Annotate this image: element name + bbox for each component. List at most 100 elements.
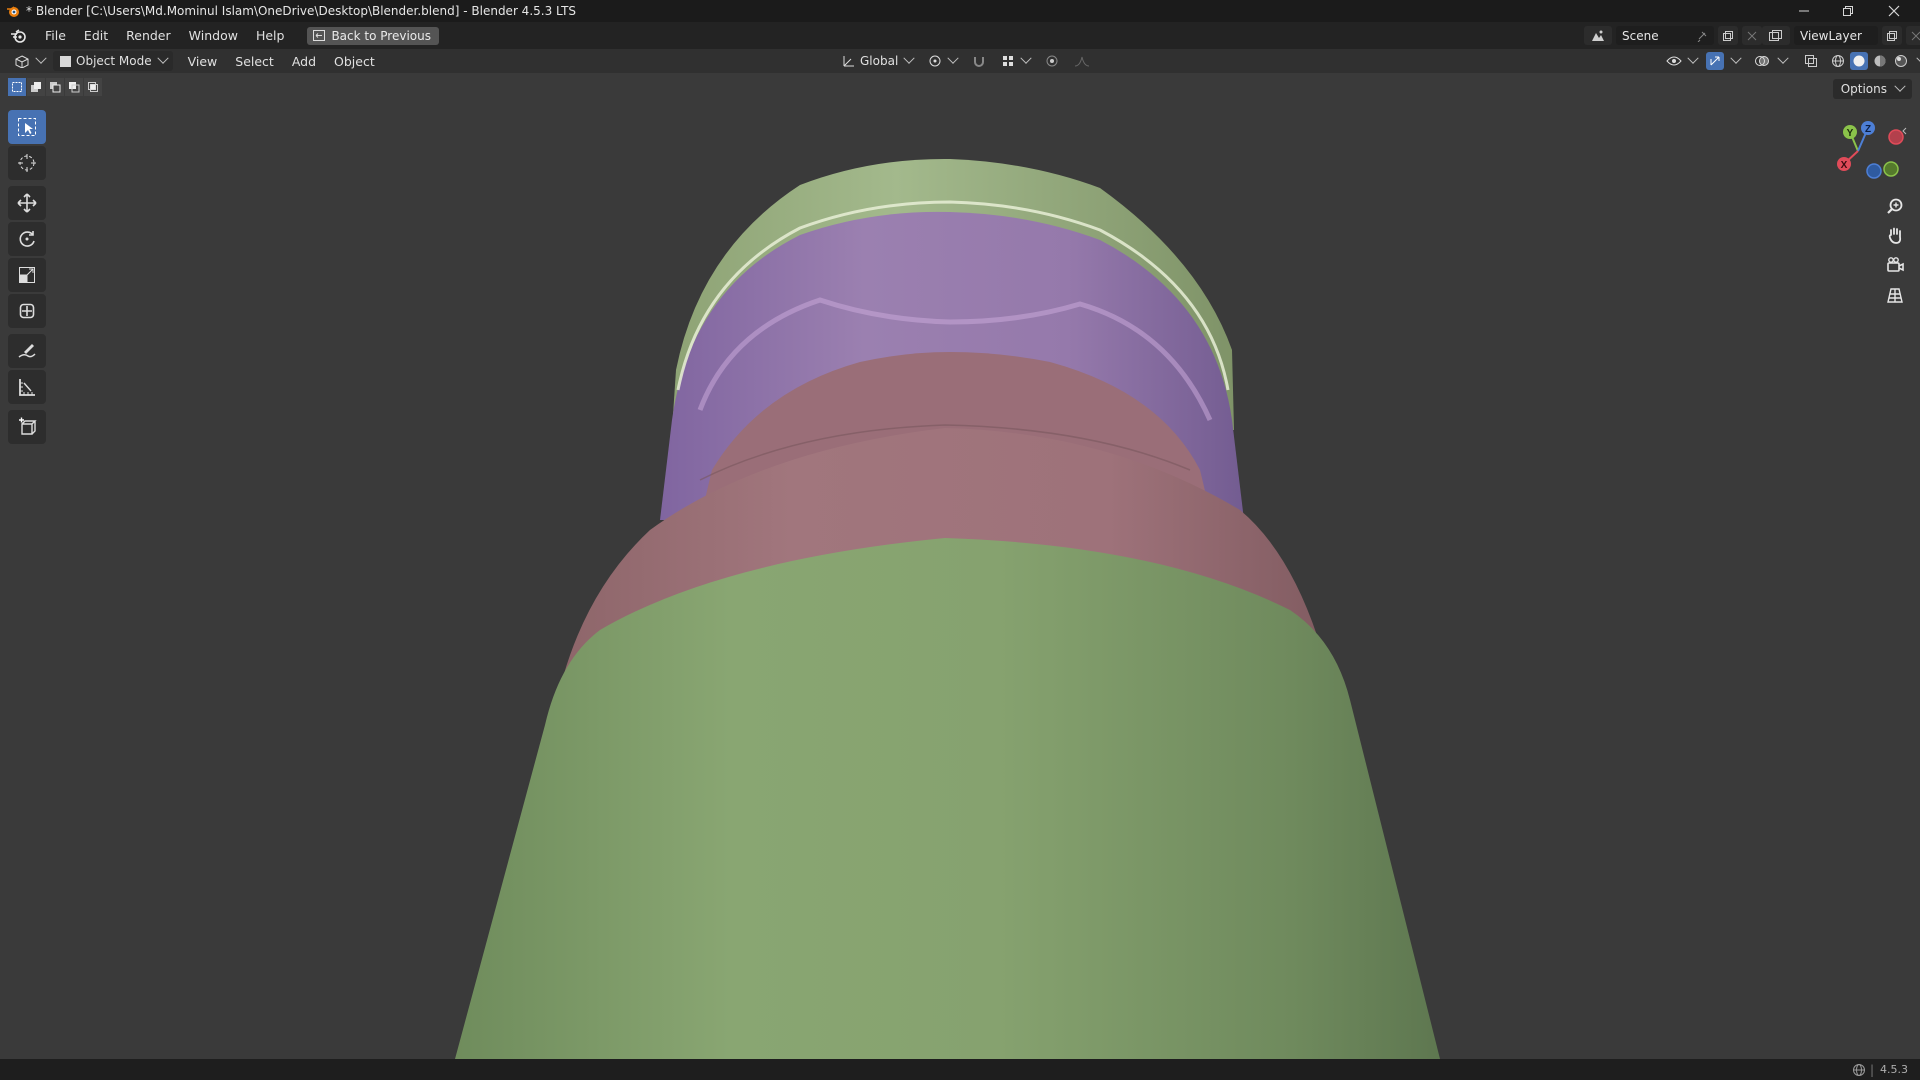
close-button[interactable]: [1872, 0, 1916, 22]
maximize-button[interactable]: [1826, 0, 1870, 22]
tool-rotate[interactable]: [8, 222, 46, 256]
delete-view-layer-button[interactable]: [1906, 26, 1920, 45]
zoom-button[interactable]: [1880, 193, 1910, 219]
duplicate-icon: [1887, 30, 1897, 41]
falloff-curve-icon: [1075, 56, 1090, 67]
globe-icon: [1852, 1063, 1865, 1076]
transform-icon: [19, 303, 35, 319]
chevron-down-icon: [903, 52, 915, 64]
menu-edit[interactable]: Edit: [75, 22, 117, 49]
tool-annotate[interactable]: [8, 334, 46, 368]
navigation-gizmo[interactable]: Y Z X: [1830, 116, 1910, 186]
orientation-global-icon: [843, 56, 854, 67]
mode-selector[interactable]: Object Mode: [53, 51, 173, 71]
tool-cursor[interactable]: [8, 146, 46, 180]
scale-icon: [19, 267, 35, 283]
select-new-button[interactable]: [8, 78, 26, 96]
status-divider: |: [1869, 1062, 1874, 1077]
close-icon: [1911, 31, 1920, 40]
object-mode-icon: [60, 55, 71, 67]
visibility-dropdown[interactable]: [1660, 51, 1703, 71]
select-extend-button[interactable]: [27, 78, 45, 96]
menu-help[interactable]: Help: [247, 22, 294, 49]
gizmo-neg-x-axis[interactable]: [1888, 129, 1904, 145]
menu-render[interactable]: Render: [117, 22, 180, 49]
tool-measure[interactable]: [8, 370, 46, 404]
select-subtract-button[interactable]: [46, 78, 64, 96]
gizmo-dropdown[interactable]: [1727, 51, 1742, 71]
selection-mode-group: [8, 78, 102, 96]
select-intersect-button[interactable]: [84, 78, 102, 96]
delete-scene-button[interactable]: [1742, 26, 1762, 45]
blender-logo-icon: [11, 28, 26, 43]
sidebar-toggle-icon[interactable]: [1902, 127, 1907, 135]
chevron-down-icon: [1777, 52, 1789, 64]
menu-add[interactable]: Add: [283, 48, 325, 75]
material-shading-button[interactable]: [1871, 52, 1889, 70]
scene-icon: [1592, 30, 1604, 41]
tool-transform[interactable]: [8, 294, 46, 328]
close-icon: [1747, 31, 1757, 40]
pivot-point-dropdown[interactable]: [922, 51, 963, 71]
scene-name-field[interactable]: Scene: [1616, 26, 1714, 45]
new-scene-button[interactable]: [1718, 26, 1738, 45]
tool-select-box[interactable]: [8, 110, 46, 144]
shading-dropdown[interactable]: [1913, 51, 1920, 71]
view-layer-browse-button[interactable]: [1762, 26, 1790, 45]
new-view-layer-button[interactable]: [1882, 26, 1902, 45]
pan-button[interactable]: [1880, 222, 1910, 248]
options-dropdown[interactable]: Options: [1832, 79, 1912, 99]
camera-view-button[interactable]: [1880, 252, 1910, 278]
rendered-sphere-icon: [1895, 55, 1907, 67]
view-layer-field[interactable]: ViewLayer: [1794, 26, 1878, 45]
viewport-scene[interactable]: [0, 73, 1920, 1059]
menu-select[interactable]: Select: [226, 48, 283, 75]
minimize-icon: [1799, 10, 1809, 12]
scene-name: Scene: [1622, 28, 1659, 43]
chevron-down-icon: [947, 52, 959, 64]
overlays-icon: [1755, 56, 1769, 66]
rendered-shading-button[interactable]: [1892, 52, 1910, 70]
tool-add-cube[interactable]: [8, 410, 46, 444]
menu-window[interactable]: Window: [180, 22, 247, 49]
3d-viewport[interactable]: [0, 73, 1920, 1059]
editor-type-button[interactable]: [8, 51, 51, 71]
tool-scale[interactable]: [8, 258, 46, 292]
chevron-down-icon: [35, 52, 47, 64]
view-layer-name: ViewLayer: [1800, 28, 1862, 43]
xray-toggle[interactable]: [1802, 52, 1820, 70]
pivot-icon: [929, 55, 941, 67]
scene-browse-button[interactable]: [1584, 26, 1612, 45]
perspective-toggle-button[interactable]: [1880, 282, 1910, 308]
gizmo-neg-z-axis[interactable]: [1866, 163, 1882, 179]
close-icon: [1888, 5, 1900, 17]
version-label: 4.5.3: [1880, 1063, 1908, 1076]
gizmo-neg-y-axis[interactable]: [1883, 161, 1899, 177]
back-to-previous-button[interactable]: Back to Previous: [307, 26, 439, 45]
scene-selector[interactable]: Scene: [1584, 25, 1762, 46]
tool-move[interactable]: [8, 186, 46, 220]
screen-back-icon: [313, 30, 326, 41]
minimize-button[interactable]: [1782, 0, 1826, 22]
blender-menu-button[interactable]: [0, 22, 36, 49]
gizmo-toggle[interactable]: [1706, 52, 1724, 70]
mode-label: Object Mode: [76, 54, 152, 68]
select-invert-button[interactable]: [65, 78, 83, 96]
viewport-display-controls: [1660, 49, 1920, 73]
snap-magnet-icon: [974, 57, 985, 67]
gizmo-y-label: Y: [1847, 128, 1854, 139]
menu-file[interactable]: File: [36, 22, 75, 49]
view-layer-selector[interactable]: ViewLayer: [1762, 25, 1920, 46]
solid-shading-button[interactable]: [1850, 52, 1868, 70]
overlay-toggle[interactable]: [1753, 52, 1771, 70]
menu-object[interactable]: Object: [325, 48, 384, 75]
transform-orientation-dropdown[interactable]: Global: [836, 51, 919, 71]
render-layers-icon: [1769, 29, 1782, 41]
proportional-falloff-dropdown[interactable]: [1068, 51, 1096, 71]
snap-toggle[interactable]: [966, 51, 992, 71]
snap-target-dropdown[interactable]: [995, 51, 1036, 71]
overlay-dropdown[interactable]: [1774, 51, 1789, 71]
wireframe-shading-button[interactable]: [1829, 52, 1847, 70]
menu-view[interactable]: View: [179, 48, 227, 75]
proportional-editing-toggle[interactable]: [1039, 51, 1065, 71]
